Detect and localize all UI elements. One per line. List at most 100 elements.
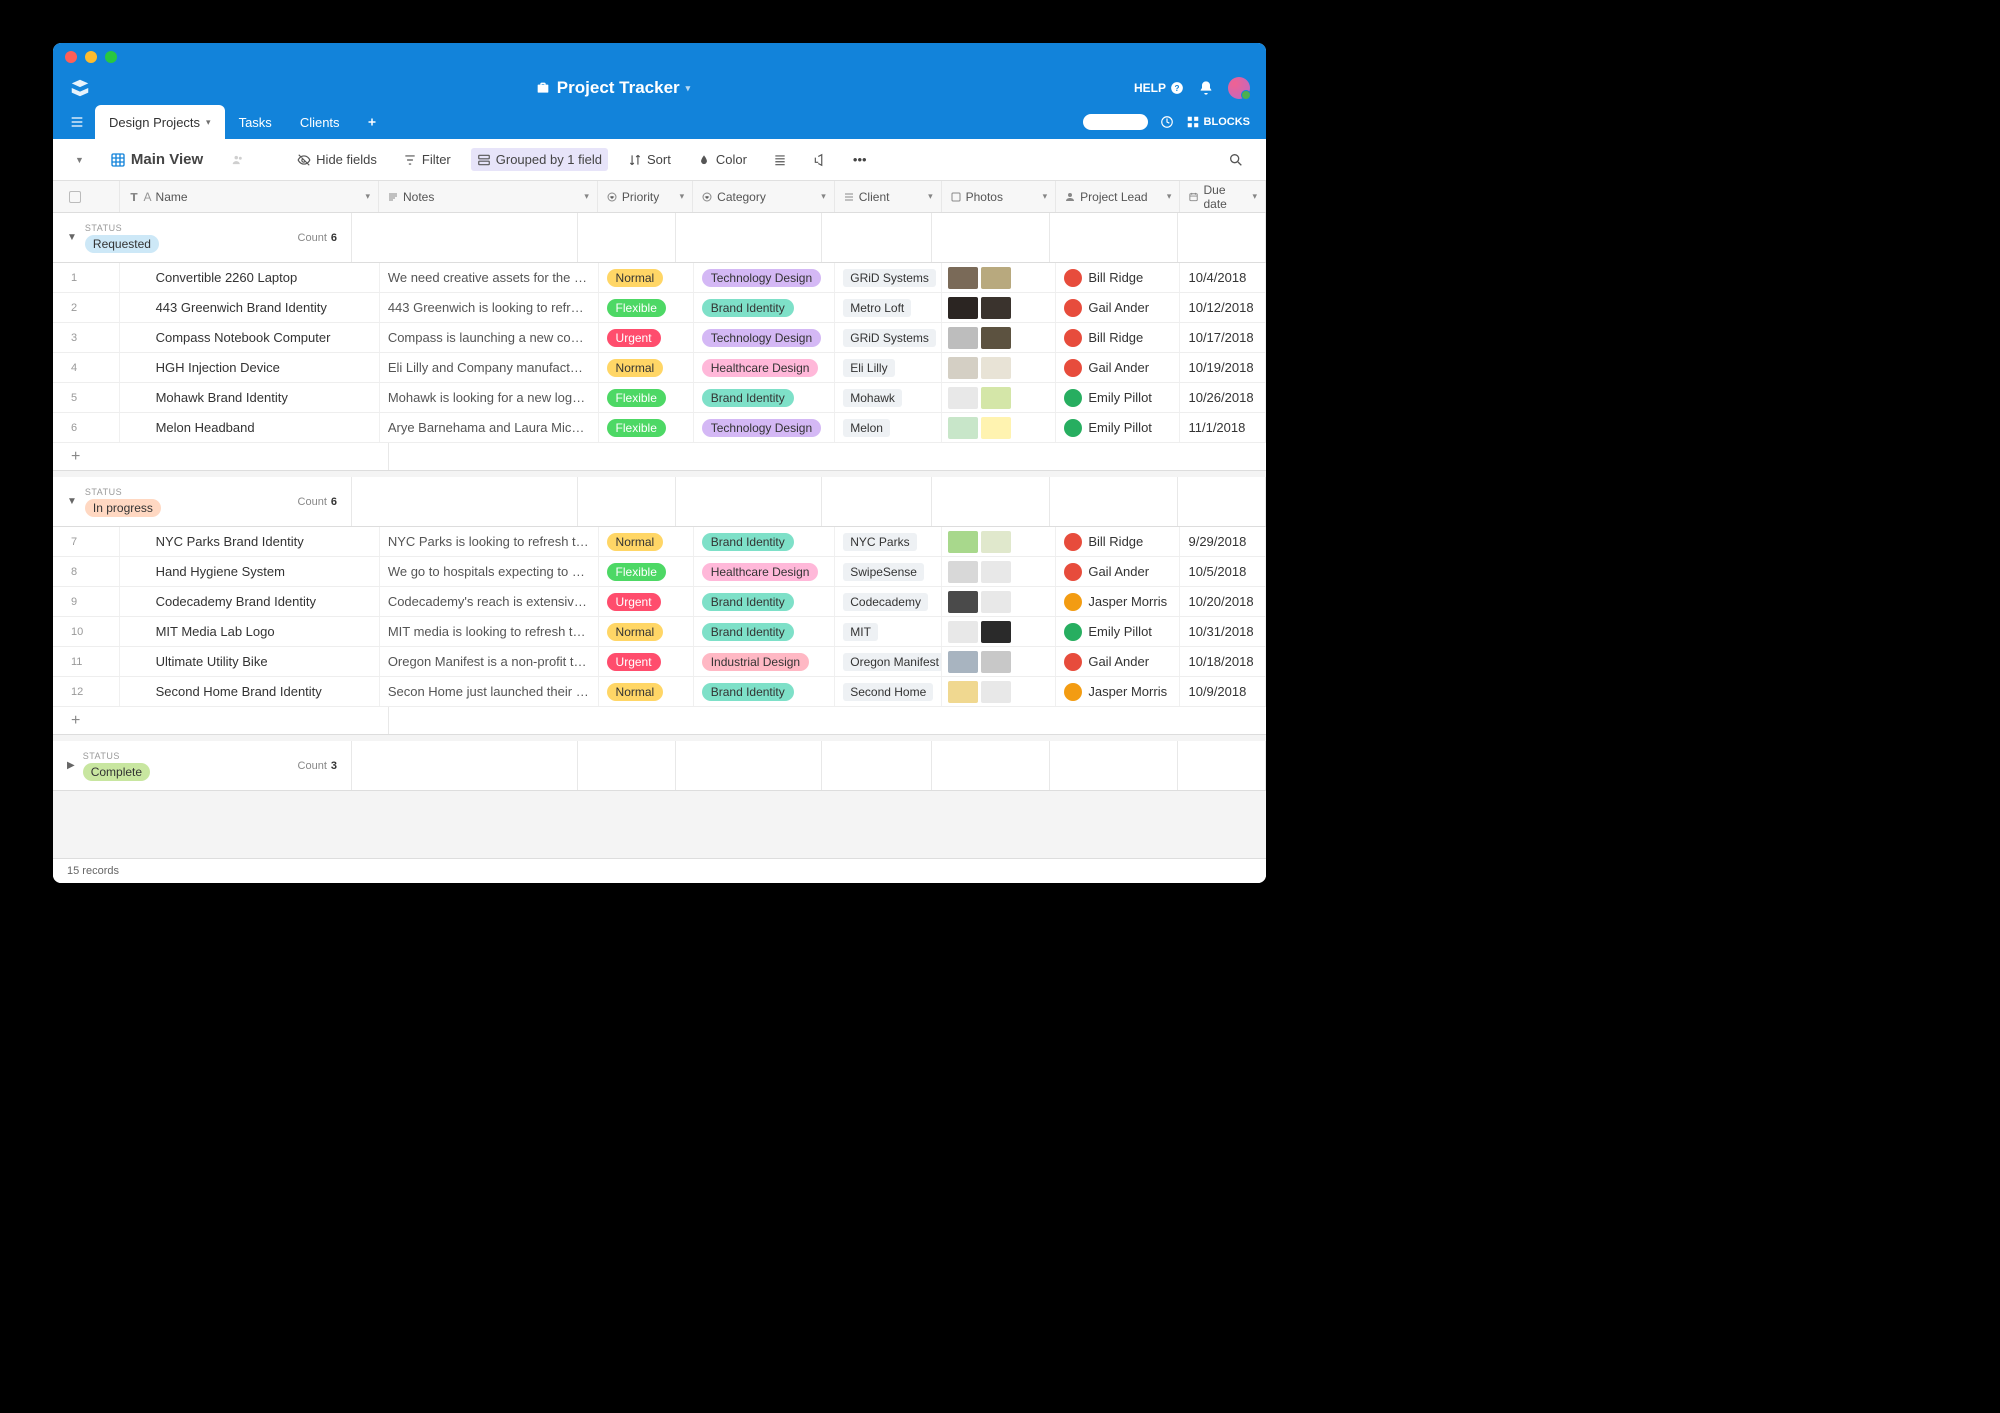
cell-name[interactable]: Mohawk Brand Identity — [120, 383, 380, 412]
cell-client[interactable]: Metro Loft — [835, 293, 942, 322]
cell-photos[interactable] — [942, 677, 1056, 706]
table-row[interactable]: 1 Convertible 2260 Laptop We need creati… — [53, 263, 1266, 293]
table-row[interactable]: 10 MIT Media Lab Logo MIT media is looki… — [53, 617, 1266, 647]
table-tab[interactable]: Design Projects▾ — [95, 105, 225, 139]
cell-due[interactable]: 9/29/2018 — [1180, 527, 1266, 556]
cell-priority[interactable]: Flexible — [599, 383, 694, 412]
base-title[interactable]: Project Tracker ▾ — [101, 78, 1124, 98]
cell-client[interactable]: Codecademy — [835, 587, 942, 616]
minimize-window-button[interactable] — [85, 51, 97, 63]
cell-lead[interactable]: Jasper Morris — [1056, 677, 1180, 706]
table-row[interactable]: 5 Mohawk Brand Identity Mohawk is lookin… — [53, 383, 1266, 413]
more-options-button[interactable]: ••• — [847, 148, 873, 171]
share-view-button[interactable] — [807, 149, 833, 171]
column-header-due[interactable]: Due date▾ — [1180, 181, 1266, 212]
cell-lead[interactable]: Bill Ridge — [1056, 527, 1180, 556]
cell-due[interactable]: 10/4/2018 — [1180, 263, 1266, 292]
cell-category[interactable]: Industrial Design — [694, 647, 836, 676]
cell-photos[interactable] — [942, 353, 1056, 382]
cell-category[interactable]: Technology Design — [694, 263, 836, 292]
cell-lead[interactable]: Bill Ridge — [1056, 263, 1180, 292]
cell-notes[interactable]: NYC Parks is looking to refresh thei… — [380, 527, 599, 556]
cell-category[interactable]: Brand Identity — [694, 383, 836, 412]
cell-name[interactable]: Convertible 2260 Laptop — [120, 263, 380, 292]
user-avatar[interactable] — [1228, 77, 1250, 99]
cell-photos[interactable] — [942, 413, 1056, 442]
cell-category[interactable]: Brand Identity — [694, 293, 836, 322]
cell-client[interactable]: MIT — [835, 617, 942, 646]
collapse-sidebar-button[interactable]: ▼ — [69, 151, 90, 169]
cell-category[interactable]: Technology Design — [694, 323, 836, 352]
cell-client[interactable]: Melon — [835, 413, 942, 442]
hide-fields-button[interactable]: Hide fields — [291, 148, 383, 171]
cell-due[interactable]: 10/18/2018 — [1180, 647, 1266, 676]
table-row[interactable]: 6 Melon Headband Arye Barnehama and Laur… — [53, 413, 1266, 443]
group-button[interactable]: Grouped by 1 field — [471, 148, 608, 171]
table-tab[interactable]: Clients — [286, 105, 354, 139]
row-height-button[interactable] — [767, 149, 793, 171]
help-button[interactable]: HELP ? — [1134, 81, 1184, 95]
group-toggle[interactable]: ▼ — [67, 496, 77, 507]
column-header-lead[interactable]: Project Lead▾ — [1056, 181, 1180, 212]
cell-photos[interactable] — [942, 527, 1056, 556]
search-button[interactable] — [1222, 148, 1250, 172]
cell-notes[interactable]: Compass is launching a new compu… — [380, 323, 599, 352]
column-header-photos[interactable]: Photos▾ — [942, 181, 1057, 212]
cell-due[interactable]: 10/12/2018 — [1180, 293, 1266, 322]
cell-client[interactable]: NYC Parks — [835, 527, 942, 556]
cell-photos[interactable] — [942, 647, 1056, 676]
cell-notes[interactable]: Mohawk is looking for a new logo th… — [380, 383, 599, 412]
close-window-button[interactable] — [65, 51, 77, 63]
cell-priority[interactable]: Flexible — [599, 413, 694, 442]
table-row[interactable]: 9 Codecademy Brand Identity Codecademy's… — [53, 587, 1266, 617]
cell-lead[interactable]: Bill Ridge — [1056, 323, 1180, 352]
sort-button[interactable]: Sort — [622, 148, 677, 171]
cell-category[interactable]: Healthcare Design — [694, 353, 836, 382]
cell-name[interactable]: Hand Hygiene System — [120, 557, 380, 586]
cell-notes[interactable]: We go to hospitals expecting to get… — [380, 557, 599, 586]
cell-notes[interactable]: Secon Home just launched their ne… — [380, 677, 599, 706]
cell-notes[interactable]: Oregon Manifest is a non-profit tha… — [380, 647, 599, 676]
cell-due[interactable]: 10/20/2018 — [1180, 587, 1266, 616]
maximize-window-button[interactable] — [105, 51, 117, 63]
cell-photos[interactable] — [942, 617, 1056, 646]
select-all-column[interactable] — [53, 181, 120, 212]
table-row[interactable]: 4 HGH Injection Device Eli Lilly and Com… — [53, 353, 1266, 383]
table-row[interactable]: 8 Hand Hygiene System We go to hospitals… — [53, 557, 1266, 587]
cell-notes[interactable]: We need creative assets for the lau… — [380, 263, 599, 292]
cell-client[interactable]: Eli Lilly — [835, 353, 942, 382]
cell-client[interactable]: GRiD Systems — [835, 263, 942, 292]
column-header-name[interactable]: AName▾ — [120, 181, 379, 212]
cell-client[interactable]: Oregon Manifest — [835, 647, 942, 676]
cell-category[interactable]: Brand Identity — [694, 617, 836, 646]
cell-category[interactable]: Brand Identity — [694, 587, 836, 616]
cell-notes[interactable]: Arye Barnehama and Laura Michelle… — [380, 413, 599, 442]
history-button[interactable] — [1160, 115, 1174, 129]
cell-client[interactable]: Second Home — [835, 677, 942, 706]
cell-name[interactable]: Second Home Brand Identity — [120, 677, 380, 706]
cell-name[interactable]: Compass Notebook Computer — [120, 323, 380, 352]
add-row-button[interactable]: + — [53, 443, 389, 470]
cell-priority[interactable]: Normal — [599, 353, 694, 382]
menu-icon[interactable] — [69, 114, 85, 130]
cell-priority[interactable]: Urgent — [599, 647, 694, 676]
cell-due[interactable]: 10/26/2018 — [1180, 383, 1266, 412]
cell-lead[interactable]: Gail Ander — [1056, 557, 1180, 586]
cell-category[interactable]: Healthcare Design — [694, 557, 836, 586]
column-header-client[interactable]: Client▾ — [835, 181, 942, 212]
cell-due[interactable]: 10/5/2018 — [1180, 557, 1266, 586]
cell-category[interactable]: Technology Design — [694, 413, 836, 442]
cell-due[interactable]: 10/17/2018 — [1180, 323, 1266, 352]
add-row-button[interactable]: + — [53, 707, 389, 734]
column-header-category[interactable]: Category▾ — [693, 181, 835, 212]
cell-priority[interactable]: Flexible — [599, 293, 694, 322]
cell-notes[interactable]: 443 Greenwich is looking to refresh… — [380, 293, 599, 322]
cell-notes[interactable]: Eli Lilly and Company manufactures… — [380, 353, 599, 382]
cell-name[interactable]: Ultimate Utility Bike — [120, 647, 380, 676]
blocks-button[interactable]: BLOCKS — [1186, 115, 1250, 129]
cell-client[interactable]: GRiD Systems — [835, 323, 942, 352]
cell-due[interactable]: 10/9/2018 — [1180, 677, 1266, 706]
cell-lead[interactable]: Gail Ander — [1056, 647, 1180, 676]
grid-body[interactable]: ▼ STATUS Requested Count6 1 Convertible … — [53, 213, 1266, 858]
column-header-notes[interactable]: Notes▾ — [379, 181, 598, 212]
